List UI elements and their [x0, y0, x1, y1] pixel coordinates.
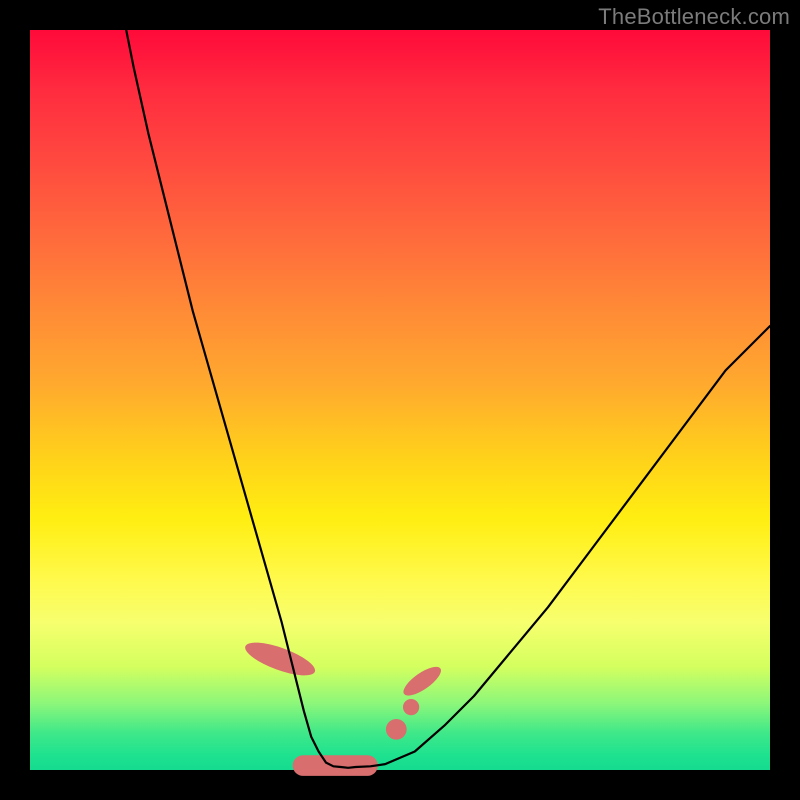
plot-area [30, 30, 770, 770]
chart-svg [30, 30, 770, 770]
watermark-text: TheBottleneck.com [598, 4, 790, 30]
markers-layer [242, 636, 445, 776]
chart-frame: TheBottleneck.com [0, 0, 800, 800]
bottleneck-curve [126, 30, 770, 768]
